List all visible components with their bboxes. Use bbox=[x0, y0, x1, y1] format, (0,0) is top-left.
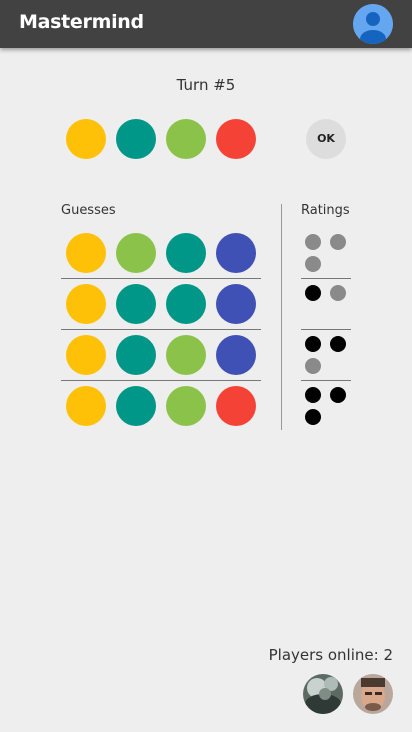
ok-button[interactable]: OK bbox=[306, 119, 346, 159]
player-photo-2 bbox=[353, 674, 393, 714]
rating-4-black-pin bbox=[330, 387, 346, 403]
rating-3-white-pin bbox=[305, 358, 321, 374]
guess-row-separator bbox=[61, 380, 261, 381]
guess-1-peg-1 bbox=[66, 233, 106, 273]
guess-1-peg-2 bbox=[116, 233, 156, 273]
guess-3-peg-1 bbox=[66, 335, 106, 375]
rating-row-separator bbox=[301, 380, 351, 381]
ratings-header: Ratings bbox=[301, 203, 350, 218]
current-guess-peg-3[interactable] bbox=[166, 119, 206, 159]
current-guess-peg-2[interactable] bbox=[116, 119, 156, 159]
account-button[interactable] bbox=[353, 4, 393, 44]
rating-1-white-pin bbox=[305, 234, 321, 250]
turn-label: Turn #5 bbox=[176, 76, 236, 94]
guess-2-peg-4 bbox=[216, 284, 256, 324]
guess-4-peg-2 bbox=[116, 386, 156, 426]
current-guess-peg-4[interactable] bbox=[216, 119, 256, 159]
rating-row-separator bbox=[301, 329, 351, 330]
account-circle-icon bbox=[353, 4, 393, 44]
rating-1-white-pin bbox=[330, 234, 346, 250]
board-divider bbox=[281, 204, 282, 430]
guess-3-peg-3 bbox=[166, 335, 206, 375]
player-photo-1 bbox=[303, 674, 343, 714]
rating-3-black-pin bbox=[330, 336, 346, 352]
rating-4-black-pin bbox=[305, 409, 321, 425]
guess-2-peg-1 bbox=[66, 284, 106, 324]
guess-3-peg-2 bbox=[116, 335, 156, 375]
rating-1-white-pin bbox=[305, 256, 321, 272]
guess-2-peg-3 bbox=[166, 284, 206, 324]
players-online-label: Players online: 2 bbox=[268, 646, 393, 664]
guess-1-peg-4 bbox=[216, 233, 256, 273]
app-bar: Mastermind bbox=[0, 0, 412, 48]
guesses-header: Guesses bbox=[61, 203, 116, 218]
app-title: Mastermind bbox=[19, 11, 144, 33]
guess-3-peg-4 bbox=[216, 335, 256, 375]
player-avatar-1[interactable] bbox=[303, 674, 343, 714]
guess-1-peg-3 bbox=[166, 233, 206, 273]
player-avatar-2[interactable] bbox=[353, 674, 393, 714]
guess-4-peg-4 bbox=[216, 386, 256, 426]
guess-4-peg-3 bbox=[166, 386, 206, 426]
current-guess-peg-1[interactable] bbox=[66, 119, 106, 159]
rating-2-white-pin bbox=[330, 285, 346, 301]
rating-4-black-pin bbox=[305, 387, 321, 403]
guess-4-peg-1 bbox=[66, 386, 106, 426]
rating-row-separator bbox=[301, 278, 351, 279]
guess-row-separator bbox=[61, 329, 261, 330]
rating-3-black-pin bbox=[305, 336, 321, 352]
guess-row-separator bbox=[61, 278, 261, 279]
guess-2-peg-2 bbox=[116, 284, 156, 324]
rating-2-black-pin bbox=[305, 285, 321, 301]
